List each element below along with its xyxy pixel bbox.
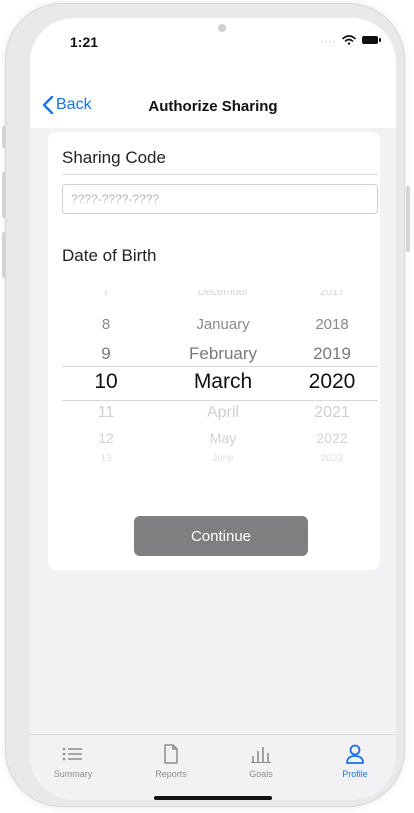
picker-month-option[interactable]: March: [158, 370, 288, 394]
bar-chart-icon: [251, 747, 271, 763]
navigation-bar: Back Authorize Sharing: [30, 62, 396, 128]
picker-day-option[interactable]: 11: [74, 404, 138, 422]
sharing-code-input[interactable]: [62, 184, 378, 214]
sharing-code-label: Sharing Code: [62, 148, 166, 167]
sharing-code-divider: [62, 174, 378, 175]
phone-frame: 1:21 .... Back Authorize Sharing Sharing…: [6, 4, 404, 806]
picker-day-option[interactable]: 10: [74, 370, 138, 394]
picker-day-option[interactable]: 8: [74, 316, 138, 333]
tab-label: Summary: [53, 769, 93, 779]
picker-day-option[interactable]: 7: [74, 290, 138, 300]
home-indicator[interactable]: [154, 796, 272, 800]
picker-year-option[interactable]: 2020: [290, 370, 374, 394]
continue-button[interactable]: Continue: [134, 516, 308, 556]
picker-year-option[interactable]: 2017: [290, 290, 374, 300]
picker-month-option[interactable]: May: [158, 430, 288, 446]
picker-month-option[interactable]: December: [158, 290, 288, 300]
page-title: Authorize Sharing: [148, 98, 278, 115]
tab-label: Reports: [155, 769, 187, 779]
camera-dot: [218, 24, 226, 32]
picker-month-option[interactable]: June: [158, 452, 288, 462]
picker-month-option[interactable]: February: [158, 344, 288, 364]
side-button-right: [406, 186, 410, 252]
signal-dots: ....: [320, 34, 336, 45]
authorize-form-card: Sharing Code Date of Birth 7 8 9 10 11 12 13 D…: [48, 132, 380, 570]
person-icon: [346, 744, 364, 764]
document-icon: [164, 744, 178, 764]
picker-year-option[interactable]: 2019: [290, 344, 374, 364]
battery-icon: [362, 35, 381, 44]
picker-year-option[interactable]: 2022: [290, 430, 374, 446]
picker-day-option[interactable]: 13: [74, 452, 138, 462]
tab-reports[interactable]: Reports: [136, 743, 206, 779]
tab-bar: Summary Reports Goals Profile: [30, 734, 396, 800]
list-icon: [62, 747, 82, 761]
picker-year-option[interactable]: 2018: [290, 316, 374, 333]
picker-month-column[interactable]: December January February March April May June: [158, 290, 288, 462]
status-bar: 1:21 ....: [30, 18, 396, 62]
tab-summary[interactable]: Summary: [38, 743, 108, 779]
picker-month-option[interactable]: April: [158, 404, 288, 422]
date-of-birth-picker[interactable]: 7 8 9 10 11 12 13 December January February March…: [62, 290, 378, 462]
picker-day-option[interactable]: 12: [74, 430, 138, 446]
picker-year-option[interactable]: 2023: [290, 452, 374, 462]
tab-profile[interactable]: Profile: [320, 743, 390, 779]
tab-label: Profile: [342, 769, 368, 779]
picker-day-column[interactable]: 7 8 9 10 11 12 13: [74, 290, 138, 462]
status-icons: ....: [320, 34, 381, 45]
tab-label: Goals: [249, 769, 273, 779]
wifi-icon: [342, 34, 356, 45]
date-of-birth-label: Date of Birth: [62, 246, 157, 265]
picker-year-column[interactable]: 2017 2018 2019 2020 2021 2022 2023: [290, 290, 374, 462]
picker-year-option[interactable]: 2021: [290, 404, 374, 422]
phone-screen: 1:21 .... Back Authorize Sharing Sharing…: [30, 18, 396, 800]
picker-day-option[interactable]: 9: [74, 344, 138, 364]
picker-month-option[interactable]: January: [158, 316, 288, 333]
tab-goals[interactable]: Goals: [226, 743, 296, 779]
status-time: 1:21: [70, 34, 99, 50]
